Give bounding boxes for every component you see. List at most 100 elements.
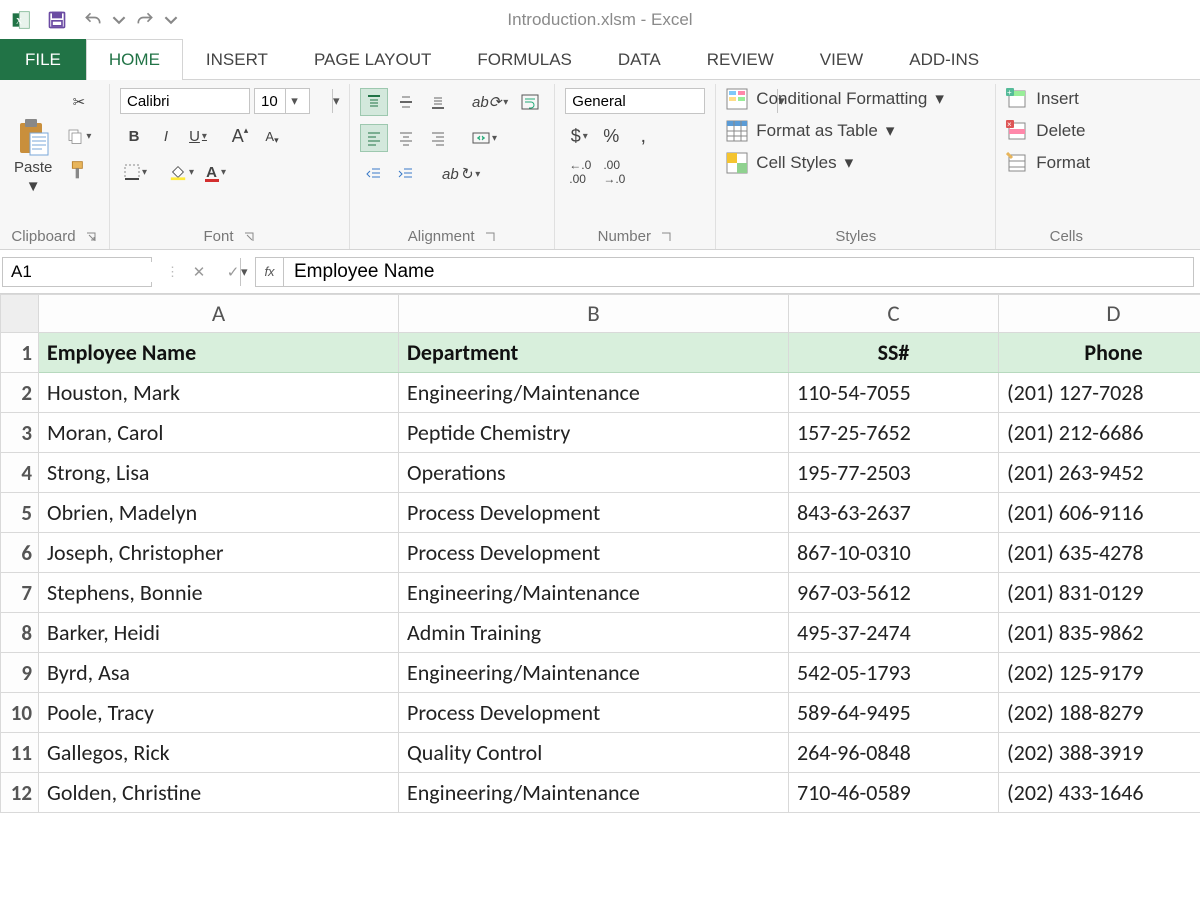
row-header[interactable]: 10 xyxy=(1,693,39,733)
decrease-indent-button[interactable] xyxy=(360,160,388,188)
bold-button[interactable]: B xyxy=(120,122,148,150)
redo-dropdown-icon[interactable] xyxy=(164,3,178,37)
orientation-button[interactable]: ab⟳▾ xyxy=(468,88,512,116)
cell[interactable]: Stephens, Bonnie xyxy=(39,573,399,613)
enter-formula-button[interactable]: ✓ xyxy=(219,258,247,286)
header-cell[interactable]: Employee Name xyxy=(39,333,399,373)
decrease-decimal-button[interactable]: .00→.0 xyxy=(599,158,629,186)
wrap-text-button[interactable] xyxy=(516,88,544,116)
currency-button[interactable]: $▾ xyxy=(565,122,593,150)
cell[interactable]: 264-96-0848 xyxy=(789,733,999,773)
cell[interactable]: (201) 831-0129 xyxy=(999,573,1200,613)
cell[interactable]: Obrien, Madelyn xyxy=(39,493,399,533)
cell[interactable]: Byrd, Asa xyxy=(39,653,399,693)
delete-cells-button[interactable]: × Delete xyxy=(1006,120,1090,142)
tab-formulas[interactable]: FORMULAS xyxy=(454,39,594,80)
cell[interactable]: (201) 263-9452 xyxy=(999,453,1200,493)
orientation-text-button[interactable]: ab↻▾ xyxy=(438,160,484,188)
fill-color-button[interactable]: ▾ xyxy=(165,158,198,186)
decrease-font-button[interactable]: A▾ xyxy=(258,122,286,150)
font-size-input[interactable] xyxy=(255,89,285,113)
tab-file[interactable]: FILE xyxy=(0,39,86,80)
header-cell[interactable]: SS# xyxy=(789,333,999,373)
dialog-launcher-icon[interactable] xyxy=(483,230,497,244)
cell[interactable]: (202) 125-9179 xyxy=(999,653,1200,693)
cell[interactable]: Process Development xyxy=(399,533,789,573)
align-bottom-button[interactable] xyxy=(424,88,452,116)
align-center-button[interactable] xyxy=(392,124,420,152)
redo-icon[interactable] xyxy=(128,3,162,37)
cell[interactable]: (202) 388-3919 xyxy=(999,733,1200,773)
row-header[interactable]: 6 xyxy=(1,533,39,573)
cancel-formula-button[interactable]: ✕ xyxy=(185,258,213,286)
column-headers[interactable]: A B C D xyxy=(1,295,1200,333)
tab-view[interactable]: VIEW xyxy=(797,39,886,80)
chevron-down-icon[interactable]: ▾ xyxy=(285,89,303,113)
fx-icon[interactable]: fx xyxy=(256,258,284,286)
row-header[interactable]: 5 xyxy=(1,493,39,533)
cell[interactable]: Houston, Mark xyxy=(39,373,399,413)
cell[interactable]: (201) 212-6686 xyxy=(999,413,1200,453)
paste-button[interactable]: Paste ▼ xyxy=(10,88,56,224)
cell[interactable]: (201) 835-9862 xyxy=(999,613,1200,653)
cell[interactable]: Golden, Christine xyxy=(39,773,399,813)
format-painter-button[interactable] xyxy=(62,156,95,184)
format-cells-button[interactable]: Format xyxy=(1006,152,1090,174)
cell[interactable]: Engineering/Maintenance xyxy=(399,373,789,413)
name-box[interactable]: ▾ xyxy=(2,257,152,287)
cell[interactable]: Process Development xyxy=(399,493,789,533)
cell[interactable]: Peptide Chemistry xyxy=(399,413,789,453)
cell[interactable]: Operations xyxy=(399,453,789,493)
cell[interactable]: 542-05-1793 xyxy=(789,653,999,693)
number-format-combo[interactable]: ▾ xyxy=(565,88,705,114)
row-header[interactable]: 4 xyxy=(1,453,39,493)
row-header[interactable]: 2 xyxy=(1,373,39,413)
italic-button[interactable]: I xyxy=(152,122,180,150)
dialog-launcher-icon[interactable] xyxy=(659,230,673,244)
cell[interactable]: Process Development xyxy=(399,693,789,733)
formula-input[interactable] xyxy=(284,261,1193,283)
row-header[interactable]: 11 xyxy=(1,733,39,773)
row-header[interactable]: 3 xyxy=(1,413,39,453)
increase-decimal-button[interactable]: ←.0.00 xyxy=(565,158,595,186)
merge-center-button[interactable]: ▾ xyxy=(468,124,501,152)
col-header-C[interactable]: C xyxy=(789,295,999,333)
excel-app-icon[interactable]: X xyxy=(4,3,38,37)
tab-home[interactable]: HOME xyxy=(86,39,183,80)
col-header-B[interactable]: B xyxy=(399,295,789,333)
cell[interactable]: Strong, Lisa xyxy=(39,453,399,493)
format-as-table-button[interactable]: Format as Table▾ xyxy=(726,120,944,142)
cell-styles-button[interactable]: Cell Styles▾ xyxy=(726,152,944,174)
borders-button[interactable]: ▾ xyxy=(120,158,151,186)
cell[interactable]: 157-25-7652 xyxy=(789,413,999,453)
percent-button[interactable]: % xyxy=(597,122,625,150)
header-cell[interactable]: Department xyxy=(399,333,789,373)
font-size-combo[interactable]: ▾ xyxy=(254,88,310,114)
cell[interactable]: 589-64-9495 xyxy=(789,693,999,733)
cell[interactable]: Engineering/Maintenance xyxy=(399,773,789,813)
underline-button[interactable]: U▾ xyxy=(184,122,212,150)
font-color-button[interactable]: A▾ xyxy=(202,158,230,186)
cell[interactable]: Joseph, Christopher xyxy=(39,533,399,573)
cell[interactable]: 195-77-2503 xyxy=(789,453,999,493)
increase-indent-button[interactable] xyxy=(392,160,420,188)
cell[interactable]: 710-46-0589 xyxy=(789,773,999,813)
cut-button[interactable]: ✂ xyxy=(62,88,95,116)
cell[interactable]: 967-03-5612 xyxy=(789,573,999,613)
cell[interactable]: Engineering/Maintenance xyxy=(399,653,789,693)
cell[interactable]: 110-54-7055 xyxy=(789,373,999,413)
cell[interactable]: Poole, Tracy xyxy=(39,693,399,733)
row-header[interactable]: 9 xyxy=(1,653,39,693)
select-all-corner[interactable] xyxy=(1,295,39,333)
cell[interactable]: (202) 433-1646 xyxy=(999,773,1200,813)
tab-addins[interactable]: ADD-INS xyxy=(886,39,1002,80)
cell[interactable]: Admin Training xyxy=(399,613,789,653)
align-right-button[interactable] xyxy=(424,124,452,152)
cell[interactable]: Engineering/Maintenance xyxy=(399,573,789,613)
header-cell[interactable]: Phone xyxy=(999,333,1200,373)
undo-dropdown-icon[interactable] xyxy=(112,3,126,37)
tab-review[interactable]: REVIEW xyxy=(684,39,797,80)
tab-insert[interactable]: INSERT xyxy=(183,39,291,80)
tab-data[interactable]: DATA xyxy=(595,39,684,80)
row-header[interactable]: 8 xyxy=(1,613,39,653)
